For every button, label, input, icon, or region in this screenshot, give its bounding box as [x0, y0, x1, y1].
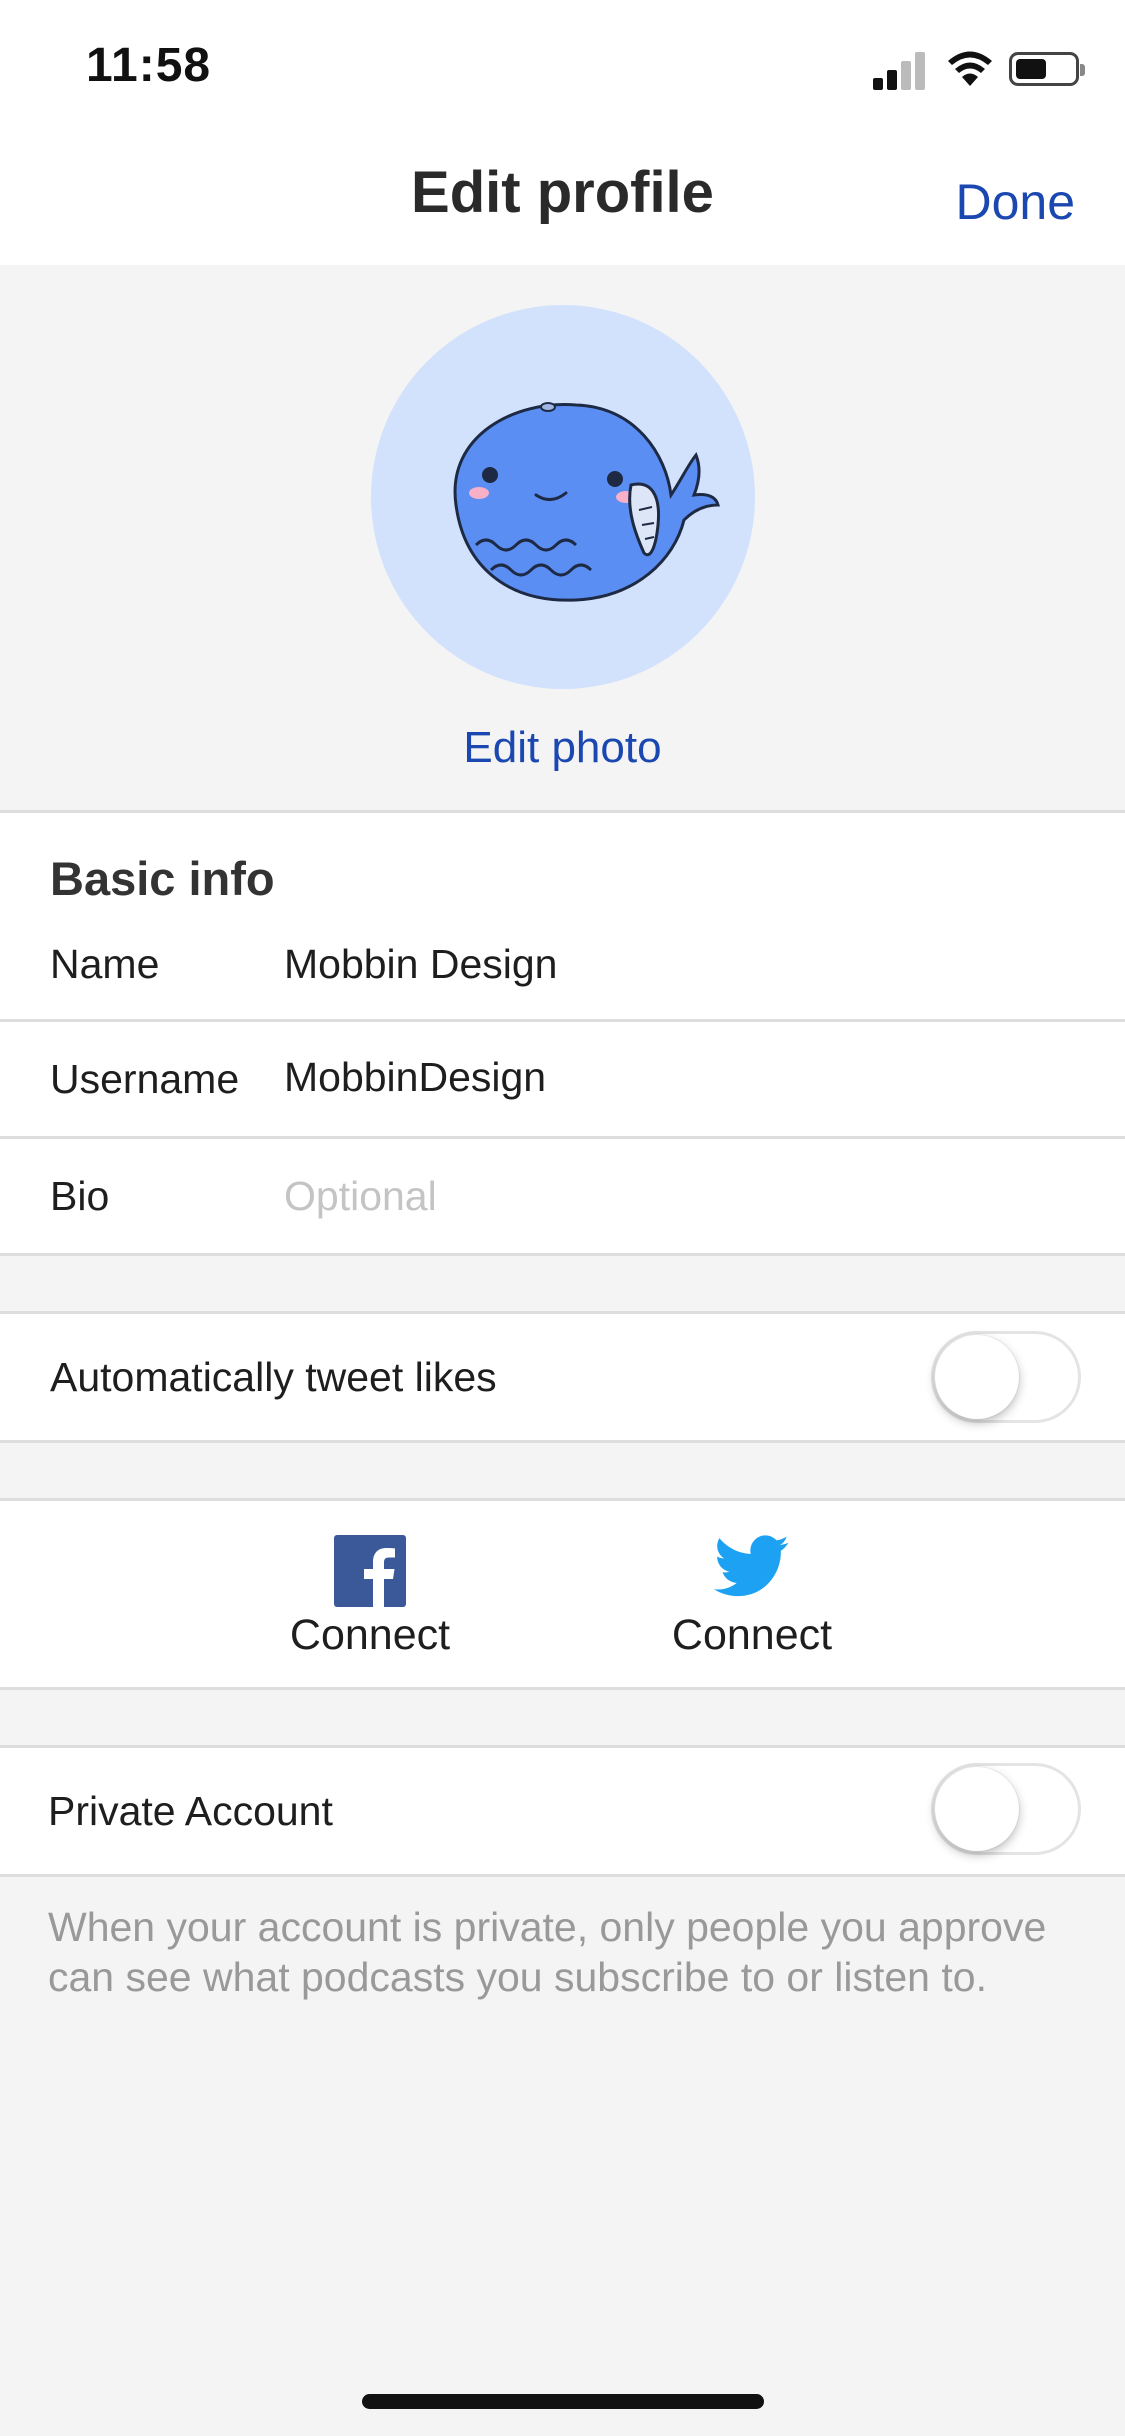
home-indicator[interactable] [362, 2394, 764, 2409]
facebook-icon [334, 1535, 406, 1607]
bio-label: Bio [50, 1173, 110, 1219]
edit-photo-button[interactable]: Edit photo [0, 723, 1125, 773]
toggle-knob [935, 1767, 1019, 1851]
battery-icon [1009, 52, 1085, 86]
connect-section: Connect Connect [0, 1501, 1125, 1687]
name-label: Name [50, 941, 160, 987]
divider [0, 1253, 1125, 1256]
navigation-bar: Edit profile Done [0, 135, 1125, 265]
twitter-connect-label: Connect [671, 1611, 833, 1659]
divider [0, 1874, 1125, 1877]
private-account-label: Private Account [48, 1788, 333, 1834]
twitter-icon [714, 1535, 789, 1597]
done-button[interactable]: Done [955, 173, 1075, 231]
toggle-knob [935, 1335, 1019, 1419]
private-account-row: Private Account [0, 1748, 1125, 1874]
divider [0, 1019, 1125, 1022]
facebook-connect-label: Connect [289, 1611, 451, 1659]
section-title: Basic info [50, 852, 275, 905]
wifi-icon [948, 51, 992, 86]
private-account-description: When your account is private, only peopl… [48, 1904, 1047, 2000]
auto-tweet-toggle[interactable] [931, 1331, 1081, 1423]
divider [0, 1136, 1125, 1139]
facebook-connect-button[interactable]: Connect [220, 1501, 520, 1691]
avatar[interactable] [371, 305, 755, 689]
name-field[interactable]: Mobbin Design [284, 941, 558, 988]
private-account-toggle[interactable] [931, 1763, 1081, 1855]
status-time: 11:58 [86, 39, 212, 92]
auto-tweet-row: Automatically tweet likes [0, 1314, 1125, 1440]
auto-tweet-label: Automatically tweet likes [50, 1354, 497, 1400]
status-bar: 11:58 [0, 0, 1125, 135]
username-field[interactable]: MobbinDesign [284, 1054, 546, 1101]
whale-avatar-icon [453, 402, 720, 602]
bio-field[interactable]: Optional [284, 1173, 437, 1220]
twitter-connect-button[interactable]: Connect [602, 1501, 902, 1691]
cellular-signal-icon [873, 50, 929, 90]
divider [0, 1687, 1125, 1690]
username-label: Username [50, 1056, 240, 1102]
basic-info-section: Basic info Name Mobbin Design Username M… [0, 813, 1125, 1253]
divider [0, 1440, 1125, 1443]
profile-photo-section: Edit photo [0, 265, 1125, 810]
